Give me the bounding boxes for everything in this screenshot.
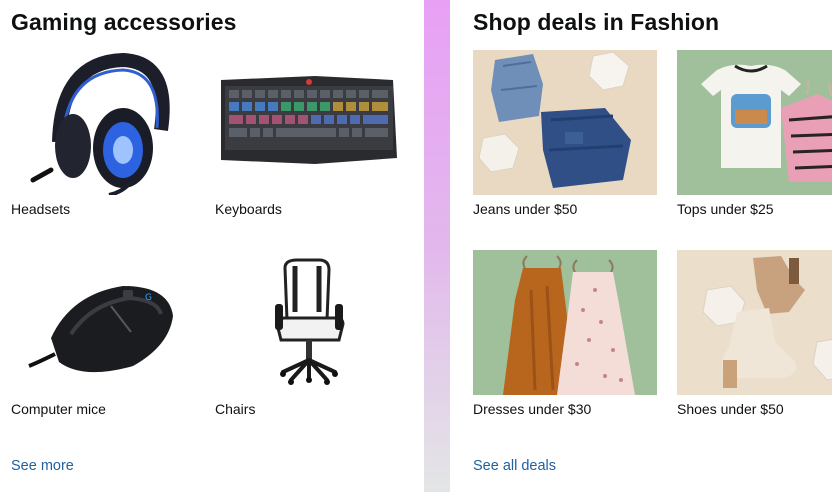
chair-image[interactable] — [215, 250, 399, 395]
keyboard-image[interactable] — [215, 50, 399, 195]
headset-image[interactable] — [11, 50, 195, 195]
tile-label[interactable]: Computer mice — [11, 399, 195, 419]
category-grid: Jeans under $50 Tops under $25 Dresses u… — [473, 50, 832, 436]
tile-tops[interactable]: Tops under $25 — [677, 50, 832, 236]
card-title: Shop deals in Fashion — [473, 9, 720, 35]
tile-label[interactable]: Jeans under $50 — [473, 199, 657, 219]
gaming-accessories-card: Gaming accessories Headsets Keyboards G … — [0, 0, 424, 492]
tile-label[interactable]: Chairs — [215, 399, 399, 419]
tile-keyboards[interactable]: Keyboards — [215, 50, 399, 236]
tile-label[interactable]: Headsets — [11, 199, 195, 219]
fashion-deals-card: Shop deals in Fashion Jeans under $50 To… — [450, 0, 832, 492]
tile-jeans[interactable]: Jeans under $50 — [473, 50, 657, 236]
tile-dresses[interactable]: Dresses under $30 — [473, 250, 657, 436]
category-grid: Headsets Keyboards G Computer mice Chair… — [11, 50, 399, 436]
jeans-image[interactable] — [473, 50, 657, 195]
tile-chairs[interactable]: Chairs — [215, 250, 399, 436]
mouse-image[interactable]: G — [11, 250, 195, 395]
tops-image[interactable] — [677, 50, 832, 195]
tile-shoes[interactable]: Shoes under $50 — [677, 250, 832, 436]
see-all-deals-link[interactable]: See all deals — [473, 458, 556, 474]
tile-headsets[interactable]: Headsets — [11, 50, 195, 236]
svg-text:G: G — [145, 293, 152, 303]
tile-computer-mice[interactable]: G Computer mice — [11, 250, 195, 436]
see-more-link[interactable]: See more — [11, 458, 74, 474]
tile-label[interactable]: Shoes under $50 — [677, 399, 832, 419]
card-title: Gaming accessories — [11, 9, 237, 35]
dresses-image[interactable] — [473, 250, 657, 395]
tile-label[interactable]: Dresses under $30 — [473, 399, 657, 419]
shoes-image[interactable] — [677, 250, 832, 395]
tile-label[interactable]: Keyboards — [215, 199, 399, 219]
tile-label[interactable]: Tops under $25 — [677, 199, 832, 219]
